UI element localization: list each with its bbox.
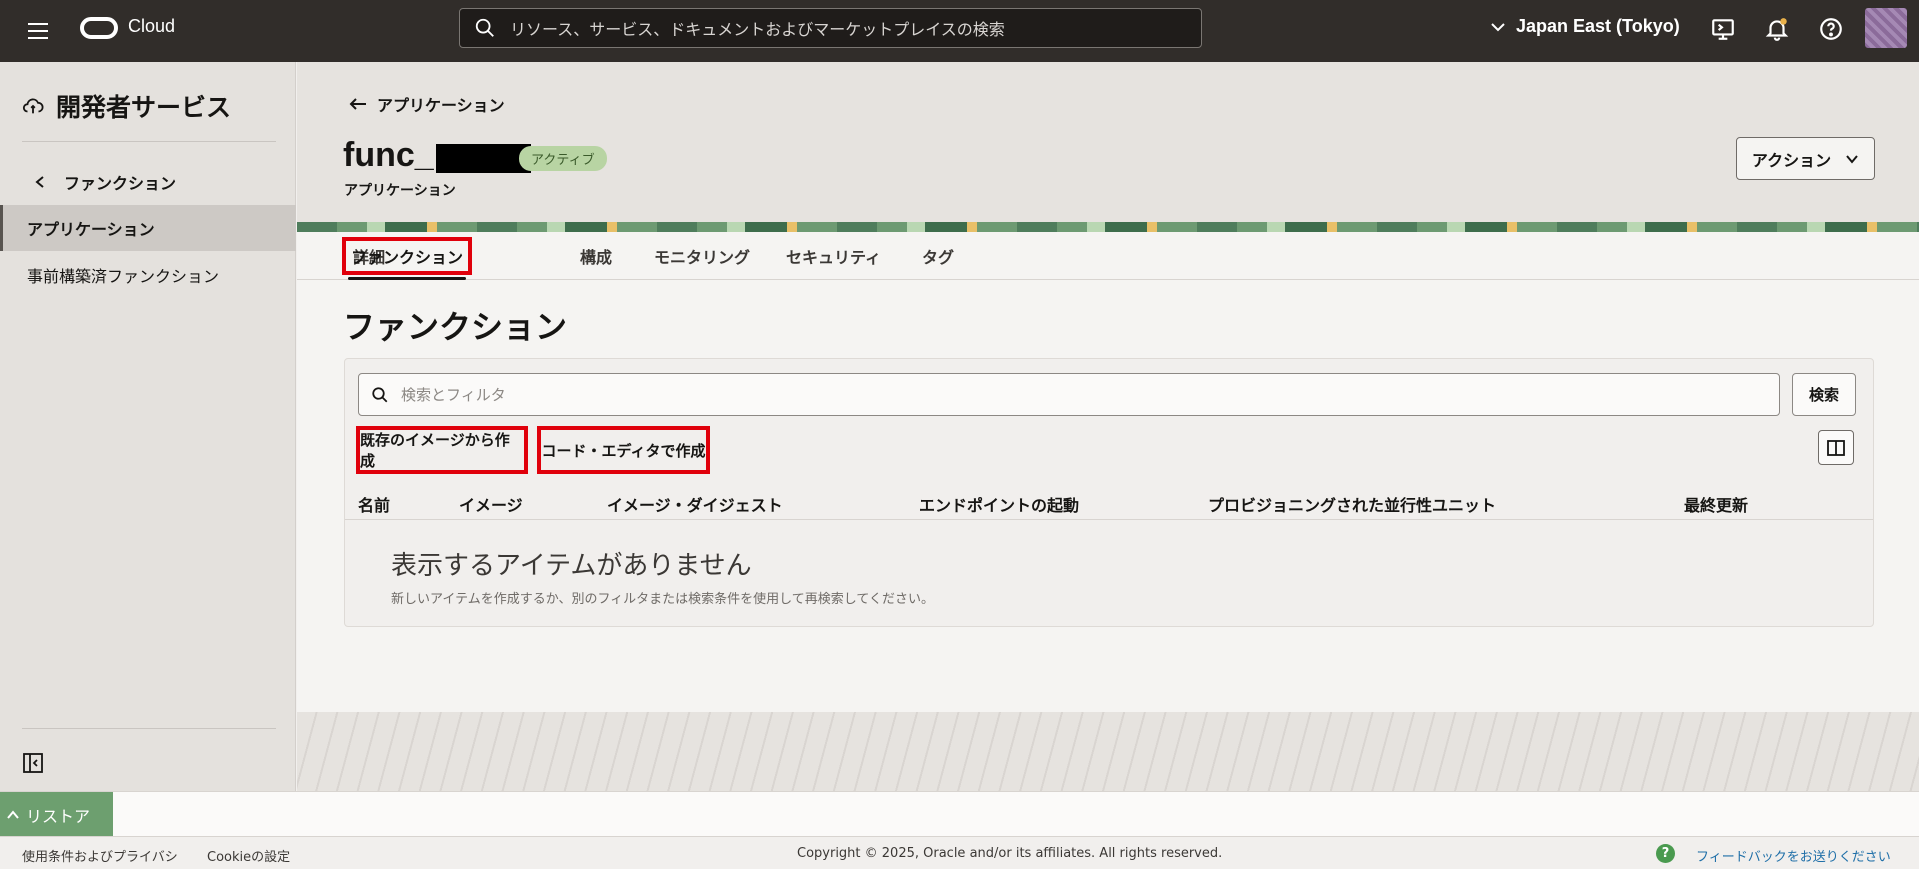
copyright-text: Copyright © 2025, Oracle and/or its affi… (797, 846, 1223, 861)
chevron-down-icon (1491, 22, 1505, 31)
section-heading: ファンクション (343, 308, 568, 346)
functions-list-panel: 検索とフィルタ 検索 既存のイメージから作成 コード・エディタで作成 名前 イメ… (344, 358, 1874, 627)
sidebar-item-prebuilt-functions[interactable]: 事前構築済ファンクション (0, 252, 296, 298)
button-label: コード・エディタで作成 (541, 441, 706, 460)
tab-tags[interactable]: タグ (922, 232, 954, 280)
column-header-image[interactable]: イメージ (459, 492, 523, 516)
global-search-input[interactable]: リソース、サービス、ドキュメントおよびマーケットプレイスの検索 (459, 8, 1202, 48)
feedback-link[interactable]: フィードバックをお送りください (1696, 846, 1891, 865)
column-layout-button[interactable] (1818, 430, 1854, 465)
chevron-left-icon (35, 176, 44, 188)
search-filter-input[interactable]: 検索とフィルタ (358, 373, 1780, 416)
help-icon[interactable] (1818, 16, 1844, 42)
chevron-up-icon (7, 809, 19, 819)
collapse-sidebar-icon[interactable] (22, 752, 44, 774)
main-content: アプリケーション func_ アクティブ アプリケーション アクション 詳細 フ… (297, 62, 1919, 712)
help-circle-icon: ? (1656, 844, 1675, 863)
column-header-provisioned-concurrency[interactable]: プロビジョニングされた並行性ユニット (1208, 492, 1496, 516)
page-title-text: func_ (343, 136, 434, 174)
divider (22, 141, 276, 142)
tab-label: タグ (922, 248, 955, 267)
tab-label: セキュリティ (786, 248, 882, 267)
table-header-divider (345, 519, 1873, 520)
sidebar-item-label: 事前構築済ファンクション (27, 267, 220, 286)
chevron-down-icon (1846, 154, 1858, 164)
tab-label: モニタリング (654, 248, 751, 267)
sidebar-item-label: アプリケーション (27, 220, 155, 239)
column-header-last-updated[interactable]: 最終更新 (1684, 492, 1748, 516)
decorative-background (297, 712, 1919, 791)
actions-label: アクション (1751, 150, 1832, 170)
column-header-invoke-endpoint[interactable]: エンドポイントの起動 (919, 492, 1079, 516)
divider (22, 728, 276, 729)
tab-label: 構成 (580, 248, 613, 267)
terms-privacy-link[interactable]: 使用条件およびプライバシ (22, 846, 178, 865)
create-from-image-button[interactable]: 既存のイメージから作成 (356, 426, 528, 474)
user-avatar[interactable] (1865, 8, 1907, 48)
columns-icon (1827, 439, 1845, 456)
tab-security[interactable]: セキュリティ (786, 232, 881, 280)
empty-state-title: 表示するアイテムがありません (391, 551, 752, 581)
back-link-label: アプリケーション (377, 96, 505, 115)
tab-bar: 詳細 ファンクション 構成 モニタリング セキュリティ タグ (297, 232, 1919, 280)
sidebar-back-functions[interactable]: ファンクション (34, 170, 176, 194)
column-header-name[interactable]: 名前 (358, 492, 390, 516)
page-title: func_ (343, 136, 531, 175)
footer: 使用条件およびプライバシ Cookieの設定 Copyright © 2025,… (0, 836, 1919, 869)
logo-text[interactable]: Cloud (128, 16, 175, 37)
empty-state-message: 新しいアイテムを作成するか、別のフィルタまたは検索条件を使用して再検索してくださ… (391, 592, 935, 607)
sidebar-back-label: ファンクション (64, 174, 177, 193)
functions-section: ファンクション 検索とフィルタ 検索 既存のイメージから作成 コード・エディタで… (297, 280, 1919, 712)
status-badge: アクティブ (519, 146, 607, 171)
button-label: 既存のイメージから作成 (360, 431, 510, 470)
restore-button[interactable]: リストア (0, 792, 113, 837)
search-icon (475, 18, 494, 37)
restore-label: リストア (26, 806, 91, 826)
sidebar-title: 開発者サービス (22, 88, 231, 124)
sidebar-item-applications[interactable]: アプリケーション (0, 205, 296, 251)
developer-services-icon (22, 98, 44, 114)
header-banner (297, 222, 1919, 232)
create-with-code-editor-button[interactable]: コード・エディタで作成 (537, 426, 710, 474)
top-navigation-bar: Cloud リソース、サービス、ドキュメントおよびマーケットプレイスの検索 Ja… (0, 0, 1919, 62)
back-to-applications-link[interactable]: アプリケーション (349, 92, 505, 116)
tab-functions[interactable]: ファンクション (342, 232, 473, 280)
tab-label: ファンクション (342, 237, 473, 275)
redacted-block (435, 144, 531, 173)
column-header-image-digest[interactable]: イメージ・ダイジェスト (607, 492, 783, 516)
region-label: Japan East (Tokyo) (1516, 16, 1680, 36)
actions-menu-button[interactable]: アクション (1736, 137, 1875, 180)
tab-configuration[interactable]: 構成 (580, 232, 612, 280)
region-selector[interactable]: Japan East (Tokyo) (1490, 16, 1680, 37)
filter-placeholder: 検索とフィルタ (401, 386, 506, 404)
arrow-left-icon (349, 98, 366, 110)
search-icon (372, 386, 388, 402)
cloud-shell-icon[interactable] (1710, 16, 1736, 42)
search-button[interactable]: 検索 (1792, 373, 1856, 416)
notifications-bell-icon[interactable] (1764, 16, 1790, 42)
sidebar: 開発者サービス ファンクション アプリケーション 事前構築済ファンクション (0, 62, 296, 791)
page-subtitle: アプリケーション (344, 183, 456, 199)
restore-bar: リストア (0, 791, 1919, 837)
cookie-settings-link[interactable]: Cookieの設定 (207, 846, 290, 865)
oracle-logo-icon[interactable] (80, 17, 118, 39)
tab-monitoring[interactable]: モニタリング (654, 232, 750, 280)
sidebar-title-text: 開発者サービス (56, 93, 232, 122)
search-placeholder: リソース、サービス、ドキュメントおよびマーケットプレイスの検索 (510, 20, 1005, 39)
menu-icon[interactable] (24, 18, 52, 44)
